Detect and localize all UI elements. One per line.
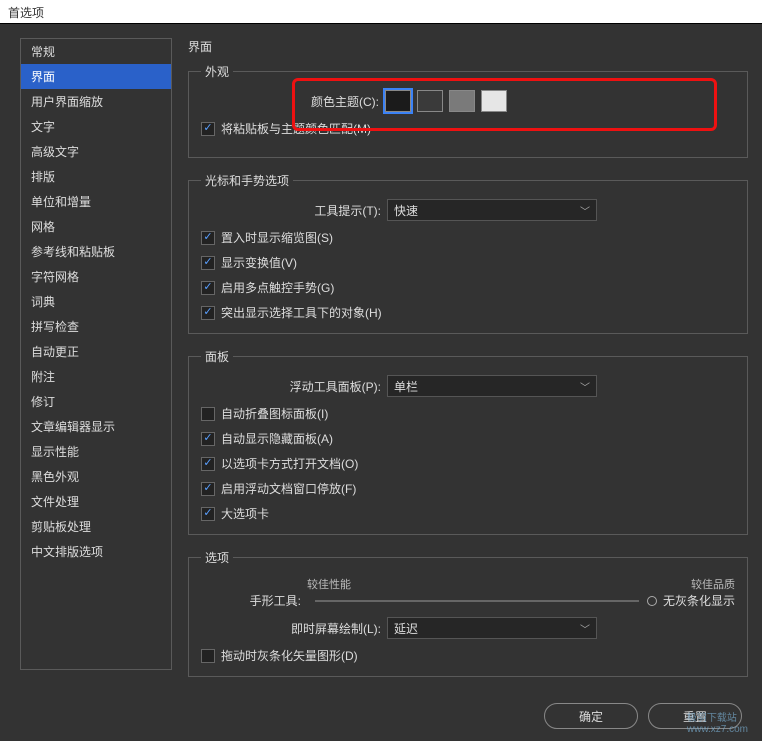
sidebar-item[interactable]: 参考线和粘贴板 [21, 239, 171, 264]
sidebar-item[interactable]: 自动更正 [21, 339, 171, 364]
greek-vector-checkbox[interactable] [201, 649, 215, 663]
sidebar-item[interactable]: 文字 [21, 114, 171, 139]
thumbnail-label: 置入时显示缩览图(S) [221, 229, 333, 246]
sidebar-item[interactable]: 界面 [21, 64, 171, 89]
sidebar-item[interactable]: 显示性能 [21, 439, 171, 464]
autocollapse-label: 自动折叠图标面板(I) [221, 405, 328, 422]
thumbnail-checkbox[interactable] [201, 231, 215, 245]
sidebar-item[interactable]: 中文排版选项 [21, 539, 171, 564]
multitouch-label: 启用多点触控手势(G) [221, 279, 334, 296]
live-draw-label: 即时屏幕绘制(L): [201, 620, 381, 637]
tooltip-label: 工具提示(T): [201, 202, 381, 219]
appearance-group: 外观 颜色主题(C): 将粘贴板与主题颜色匹配(M) [188, 63, 748, 158]
sidebar-item[interactable]: 单位和增量 [21, 189, 171, 214]
panels-legend: 面板 [201, 348, 233, 365]
color-swatch[interactable] [385, 90, 411, 112]
match-pasteboard-label: 将粘贴板与主题颜色匹配(M) [221, 120, 371, 137]
color-theme-swatches [385, 90, 507, 112]
sidebar-item[interactable]: 修订 [21, 389, 171, 414]
slider-right-label: 较佳品质 [691, 576, 735, 592]
multitouch-checkbox[interactable] [201, 281, 215, 295]
bigtabs-label: 大选项卡 [221, 505, 269, 522]
sidebar-item[interactable]: 黑色外观 [21, 464, 171, 489]
tooltip-value: 快速 [394, 202, 418, 219]
window-titlebar: 首选项 [0, 0, 762, 24]
float-panel-select[interactable]: 单栏 ﹀ [387, 375, 597, 397]
options-group: 选项 手形工具: 较佳性能 较佳品质 无灰条化显示 [188, 549, 748, 677]
chevron-down-icon: ﹀ [580, 379, 590, 394]
transform-label: 显示变换值(V) [221, 254, 297, 271]
float-panel-value: 单栏 [394, 378, 418, 395]
autoshow-checkbox[interactable] [201, 432, 215, 446]
slider-left-label: 较佳性能 [307, 576, 351, 592]
sidebar-item[interactable]: 文章编辑器显示 [21, 414, 171, 439]
hand-tool-label: 手形工具: [201, 592, 301, 609]
watermark: 极羽下载站 www.xz7.com [687, 709, 748, 735]
page-title: 界面 [188, 38, 748, 55]
color-swatch[interactable] [481, 90, 507, 112]
highlight-checkbox[interactable] [201, 306, 215, 320]
highlight-label: 突出显示选择工具下的对象(H) [221, 304, 382, 321]
match-pasteboard-checkbox[interactable] [201, 122, 215, 136]
main-panel: 界面 外观 颜色主题(C): 将粘贴板与主题颜色匹配(M) 光标和手势选项 工具… [188, 38, 748, 691]
window-title: 首选项 [8, 6, 44, 20]
tabs-label: 以选项卡方式打开文档(O) [221, 455, 358, 472]
sidebar-item[interactable]: 用户界面缩放 [21, 89, 171, 114]
sidebar-item[interactable]: 常规 [21, 39, 171, 64]
ok-button[interactable]: 确定 [544, 703, 638, 729]
greek-vector-label: 拖动时灰条化矢量图形(D) [221, 647, 358, 664]
slider-thumb[interactable] [647, 596, 657, 606]
dock-checkbox[interactable] [201, 482, 215, 496]
transform-checkbox[interactable] [201, 256, 215, 270]
sidebar-item[interactable]: 拼写检查 [21, 314, 171, 339]
options-legend: 选项 [201, 549, 233, 566]
sidebar-item[interactable]: 高级文字 [21, 139, 171, 164]
category-sidebar: 常规界面用户界面缩放文字高级文字排版单位和增量网格参考线和粘贴板字符网格词典拼写… [20, 38, 172, 670]
float-panel-label: 浮动工具面板(P): [201, 378, 381, 395]
sidebar-item[interactable]: 文件处理 [21, 489, 171, 514]
appearance-legend: 外观 [201, 63, 233, 80]
autocollapse-checkbox[interactable] [201, 407, 215, 421]
bigtabs-checkbox[interactable] [201, 507, 215, 521]
sidebar-item[interactable]: 剪贴板处理 [21, 514, 171, 539]
cursor-legend: 光标和手势选项 [201, 172, 293, 189]
sidebar-item[interactable]: 字符网格 [21, 264, 171, 289]
dock-label: 启用浮动文档窗口停放(F) [221, 480, 356, 497]
live-draw-value: 延迟 [394, 620, 418, 637]
tabs-checkbox[interactable] [201, 457, 215, 471]
autoshow-label: 自动显示隐藏面板(A) [221, 430, 333, 447]
color-swatch[interactable] [449, 90, 475, 112]
sidebar-item[interactable]: 网格 [21, 214, 171, 239]
sidebar-item[interactable]: 附注 [21, 364, 171, 389]
cursor-group: 光标和手势选项 工具提示(T): 快速 ﹀ 置入时显示缩览图(S) 显示变换值(… [188, 172, 748, 334]
panels-group: 面板 浮动工具面板(P): 单栏 ﹀ 自动折叠图标面板(I) 自动显示隐藏面板(… [188, 348, 748, 535]
tooltip-select[interactable]: 快速 ﹀ [387, 199, 597, 221]
color-theme-label: 颜色主题(C): [311, 93, 379, 110]
sidebar-item[interactable]: 词典 [21, 289, 171, 314]
color-swatch[interactable] [417, 90, 443, 112]
no-greek-label: 无灰条化显示 [663, 592, 735, 609]
chevron-down-icon: ﹀ [580, 203, 590, 218]
sidebar-item[interactable]: 排版 [21, 164, 171, 189]
live-draw-select[interactable]: 延迟 ﹀ [387, 617, 597, 639]
performance-slider[interactable] [315, 600, 639, 602]
chevron-down-icon: ﹀ [580, 621, 590, 636]
